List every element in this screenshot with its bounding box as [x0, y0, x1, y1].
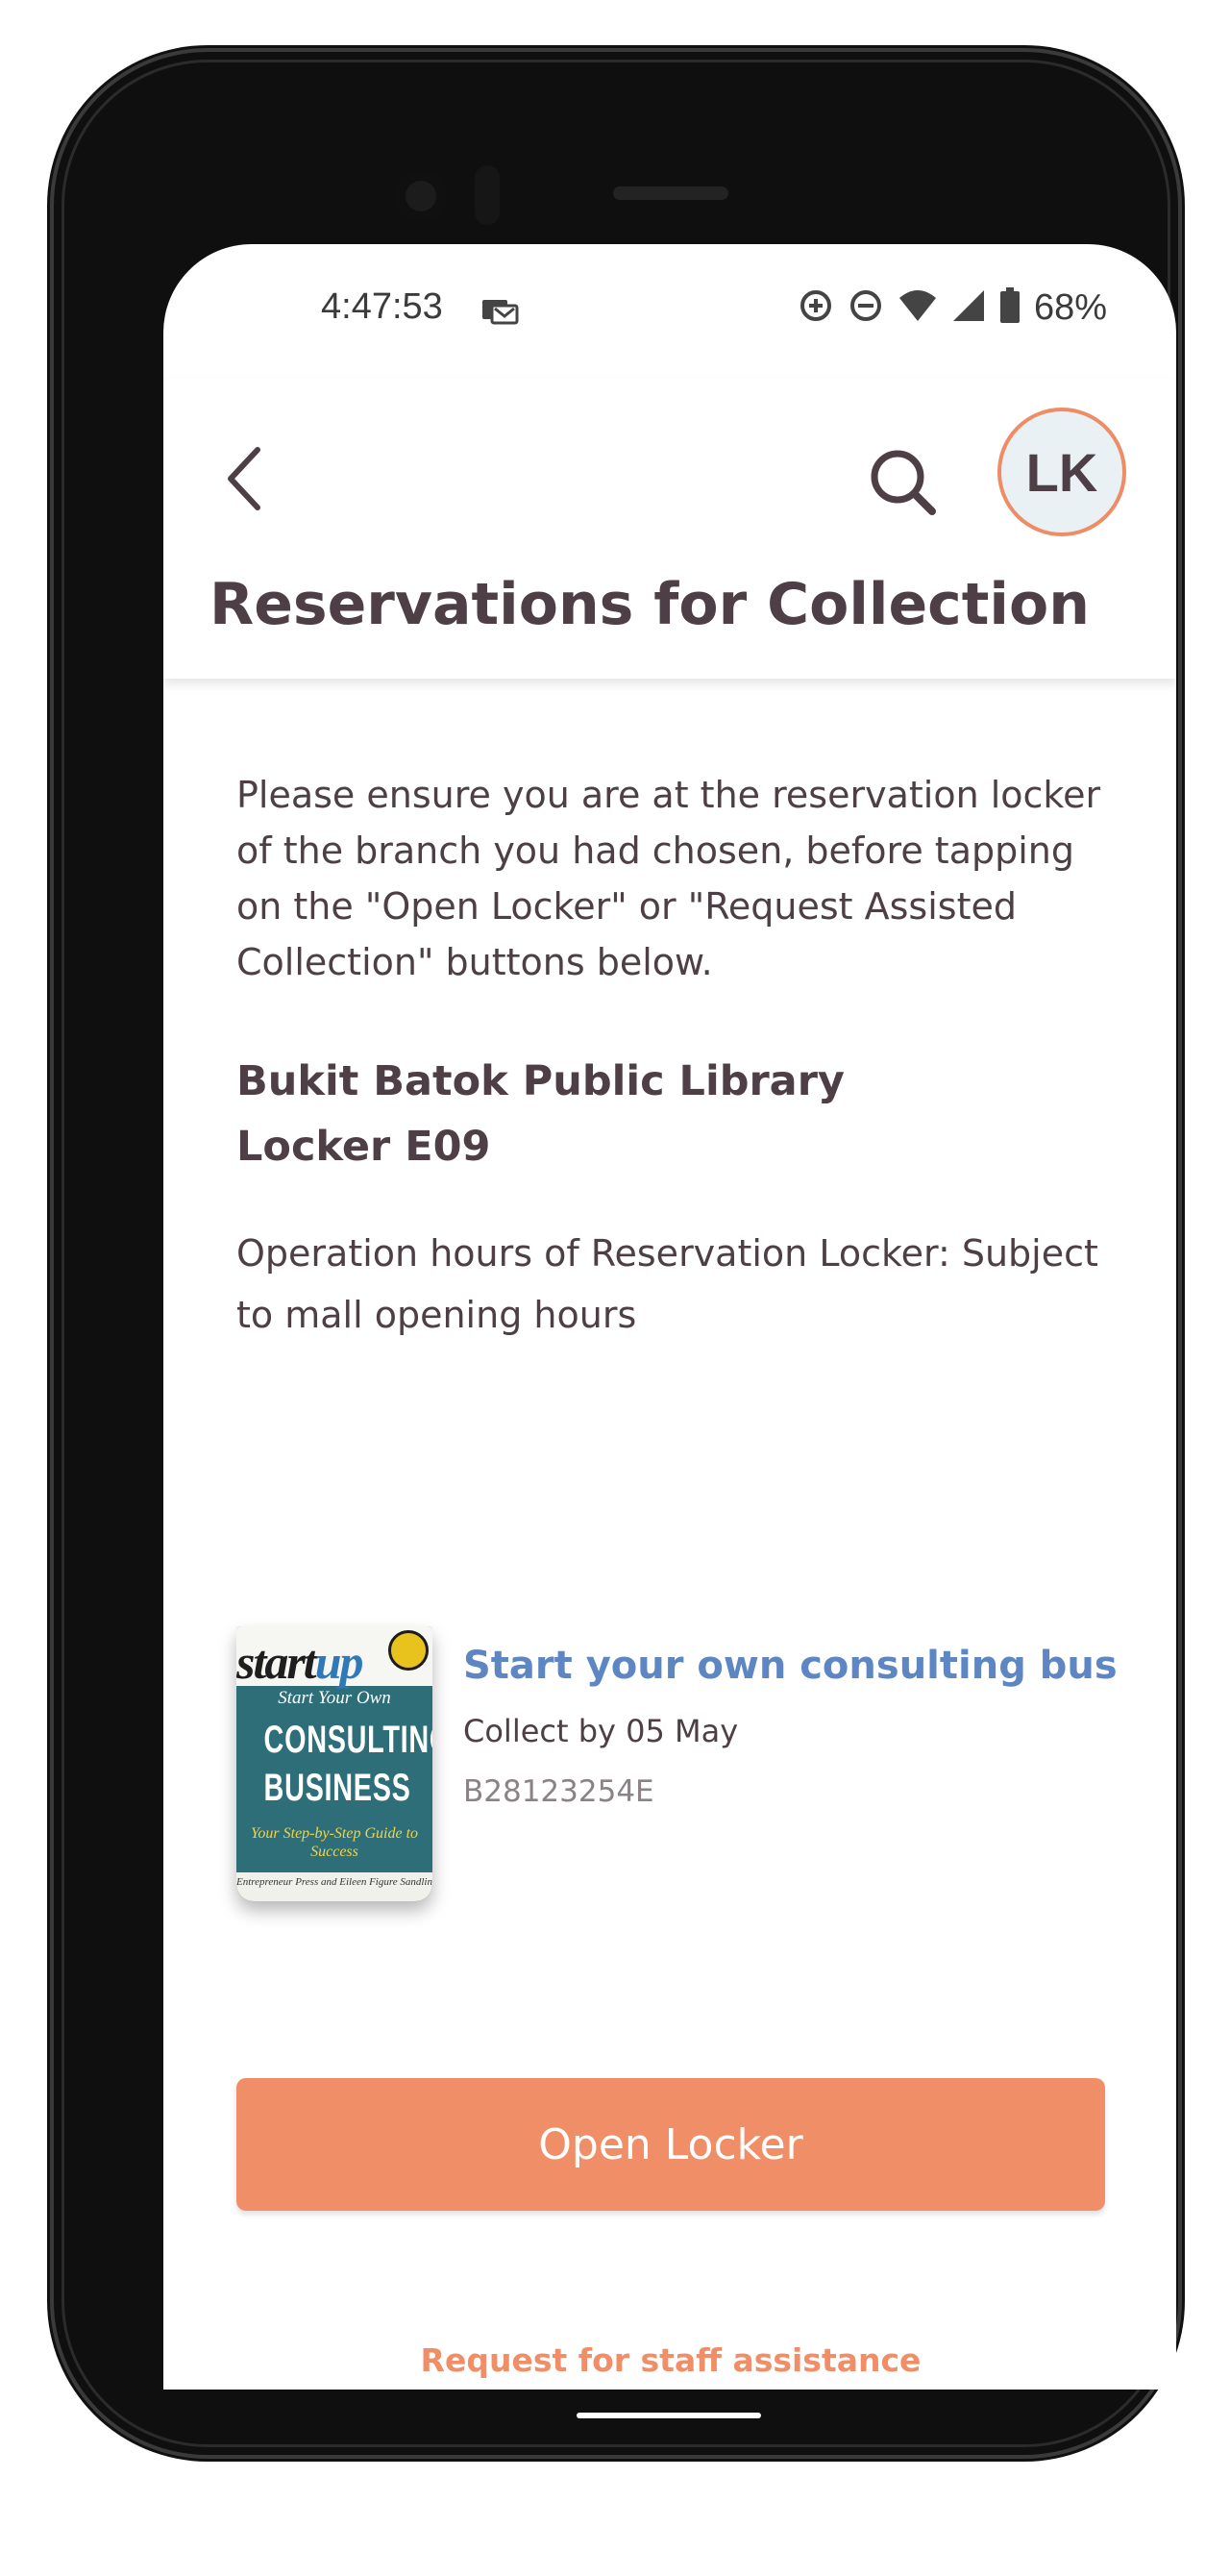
avatar[interactable]: LK	[997, 408, 1126, 536]
front-camera	[396, 171, 446, 221]
cover-tagline: Your Step-by-Step Guide to Success	[250, 1825, 419, 1860]
data-saver-icon	[798, 287, 834, 328]
app-header: LK Reservations for Collection	[163, 379, 1176, 679]
phone-frame: 4:47:53 68% LK Reservations for Collecti…	[54, 52, 1178, 2455]
book-cover-image: startup Start Your Own CONSULTING BUSINE…	[236, 1626, 432, 1901]
locker-id: Locker E09	[236, 1123, 491, 1171]
collect-by-date: Collect by 05 May	[463, 1713, 739, 1749]
cover-title-line2: BUSINESS	[263, 1767, 411, 1809]
book-title-link[interactable]: Start your own consulting busi...	[463, 1644, 1117, 1688]
back-button[interactable]	[213, 438, 275, 519]
status-icons: 68%	[798, 286, 1107, 329]
page-title: Reservations for Collection	[209, 571, 1090, 638]
cover-series-prefix: start	[236, 1635, 317, 1689]
search-button[interactable]	[863, 442, 944, 523]
status-bar: 4:47:53 68%	[163, 244, 1176, 379]
wifi-icon	[898, 288, 938, 327]
cover-badge	[388, 1630, 429, 1671]
notification-icon	[480, 296, 519, 329]
earpiece-speaker	[613, 186, 728, 200]
cell-signal-icon	[951, 288, 986, 327]
operation-hours-text: Operation hours of Reservation Locker: S…	[236, 1232, 1098, 1336]
do-not-disturb-icon	[848, 287, 884, 328]
proximity-sensor	[475, 165, 500, 225]
status-time: 4:47:53	[321, 286, 443, 327]
battery-percent: 68%	[1033, 286, 1107, 328]
app-screen: 4:47:53 68% LK Reservations for Collecti…	[163, 244, 1176, 2390]
open-locker-button[interactable]: Open Locker	[236, 2078, 1105, 2211]
home-indicator[interactable]	[577, 2413, 761, 2418]
branch-name: Bukit Batok Public Library	[236, 1057, 845, 1105]
back-arrow-icon	[228, 447, 260, 510]
instructions-text: Please ensure you are at the reservation…	[236, 774, 1101, 983]
staff-assistance-link[interactable]: Request for staff assistance	[236, 2341, 1105, 2379]
cover-title-line1: CONSULTING	[263, 1719, 432, 1761]
search-icon	[871, 450, 936, 515]
cover-series-suffix: up	[314, 1635, 364, 1689]
battery-icon	[999, 287, 1021, 328]
cover-series-logo: startup	[236, 1634, 364, 1690]
item-barcode: B28123254E	[463, 1774, 654, 1809]
cover-authors: Entrepreneur Press and Eileen Figure San…	[236, 1872, 432, 1901]
reservation-item[interactable]: startup Start Your Own CONSULTING BUSINE…	[236, 1626, 1117, 1953]
cover-subtitle: Start Your Own	[278, 1688, 391, 1708]
